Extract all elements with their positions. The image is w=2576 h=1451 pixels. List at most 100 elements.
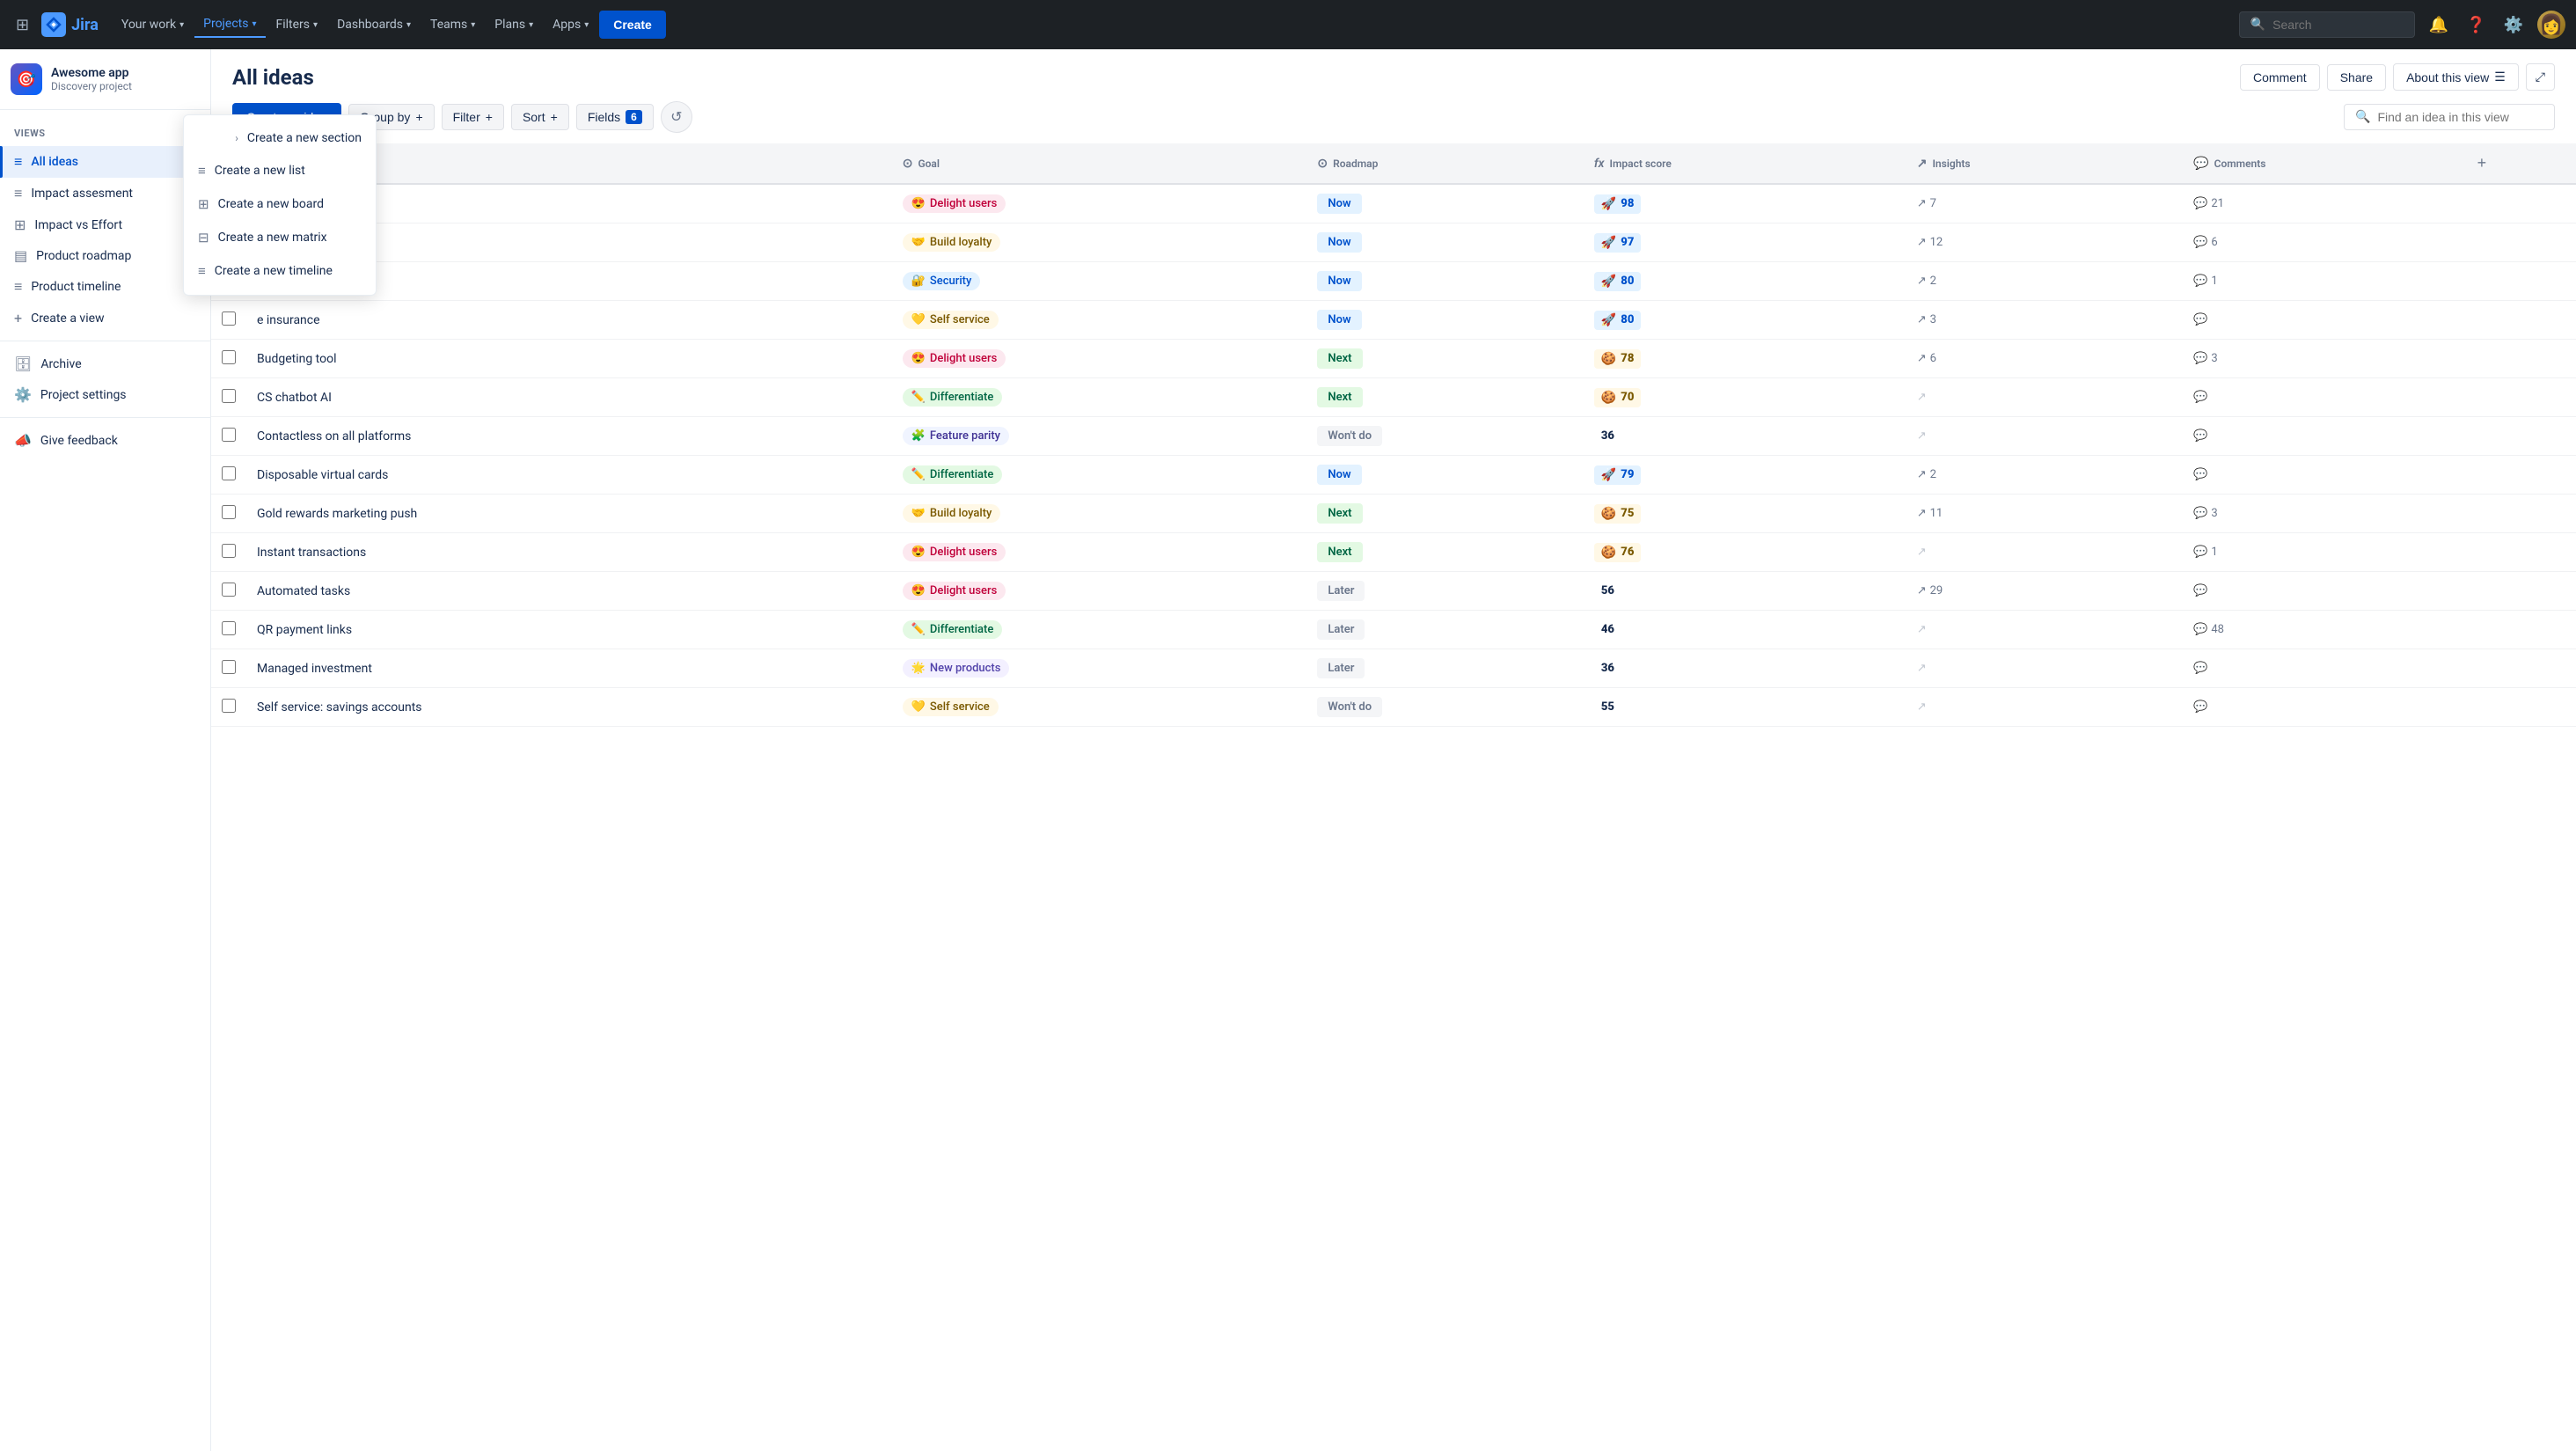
roadmap-badge[interactable]: Now: [1317, 465, 1361, 485]
roadmap-badge[interactable]: Next: [1317, 387, 1362, 407]
goal-cell[interactable]: 😍 Delight users: [892, 184, 1307, 224]
comment-button[interactable]: Comment: [2240, 64, 2320, 91]
goal-badge[interactable]: 😍 Delight users: [903, 194, 1006, 213]
th-comments[interactable]: 💬 Comments: [2183, 143, 2459, 184]
roadmap-cell[interactable]: Later: [1306, 649, 1583, 688]
goal-badge[interactable]: 🔐 Security: [903, 272, 981, 290]
grid-icon[interactable]: ⊞: [11, 11, 34, 40]
goal-badge[interactable]: ✏️ Differentiate: [903, 388, 1003, 407]
filter-button[interactable]: Filter +: [442, 104, 504, 130]
sidebar-item-product-roadmap[interactable]: ▤ Product roadmap: [0, 240, 210, 271]
goal-badge[interactable]: 😍 Delight users: [903, 349, 1006, 368]
sidebar-item-archive[interactable]: 🗄 Archive: [0, 348, 210, 379]
row-checkbox[interactable]: [222, 350, 236, 364]
jira-logo[interactable]: Jira: [41, 12, 99, 37]
sidebar-item-project-settings[interactable]: ⚙️ Project settings: [0, 379, 210, 410]
roadmap-cell[interactable]: Next: [1306, 533, 1583, 572]
th-insights[interactable]: ↗ Insights: [1906, 143, 2183, 184]
sidebar-item-product-timeline[interactable]: ≡ Product timeline: [0, 271, 210, 303]
roadmap-cell[interactable]: Next: [1306, 378, 1583, 417]
sidebar-item-feedback[interactable]: 📣 Give feedback: [0, 425, 210, 456]
help-icon[interactable]: ❓: [2463, 12, 2489, 38]
roadmap-badge[interactable]: Next: [1317, 348, 1362, 369]
roadmap-cell[interactable]: Now: [1306, 224, 1583, 262]
row-checkbox[interactable]: [222, 466, 236, 480]
search-input[interactable]: [2272, 18, 2396, 32]
add-column-button[interactable]: +: [2470, 150, 2494, 176]
nav-apps[interactable]: Apps ▾: [544, 12, 597, 37]
roadmap-badge[interactable]: Next: [1317, 542, 1362, 562]
nav-projects[interactable]: Projects ▾: [194, 11, 265, 38]
roadmap-badge[interactable]: Now: [1317, 232, 1361, 253]
find-input-wrapper[interactable]: 🔍: [2344, 104, 2555, 130]
th-impact-score[interactable]: fx Impact score: [1584, 143, 1906, 184]
nav-filters[interactable]: Filters ▾: [267, 12, 327, 37]
row-checkbox[interactable]: [222, 660, 236, 674]
search-box[interactable]: 🔍: [2239, 11, 2415, 38]
roadmap-badge[interactable]: Later: [1317, 658, 1365, 678]
row-checkbox[interactable]: [222, 621, 236, 635]
roadmap-cell[interactable]: Now: [1306, 301, 1583, 340]
goal-cell[interactable]: ✏️ Differentiate: [892, 456, 1307, 495]
row-checkbox[interactable]: [222, 311, 236, 326]
roadmap-badge[interactable]: Now: [1317, 194, 1361, 214]
goal-badge[interactable]: ✏️ Differentiate: [903, 620, 1003, 639]
goal-cell[interactable]: 🧩 Feature parity: [892, 417, 1307, 456]
goal-cell[interactable]: 😍 Delight users: [892, 533, 1307, 572]
row-checkbox[interactable]: [222, 389, 236, 403]
roadmap-badge[interactable]: Later: [1317, 581, 1365, 601]
about-view-button[interactable]: About this view ☰: [2393, 63, 2519, 91]
nav-dashboards[interactable]: Dashboards ▾: [328, 12, 420, 37]
goal-cell[interactable]: 💛 Self service: [892, 301, 1307, 340]
roadmap-badge[interactable]: Later: [1317, 619, 1365, 640]
sort-button[interactable]: Sort +: [511, 104, 569, 130]
goal-cell[interactable]: 🤝 Build loyalty: [892, 224, 1307, 262]
goal-badge[interactable]: 😍 Delight users: [903, 543, 1006, 561]
roadmap-cell[interactable]: Won't do: [1306, 417, 1583, 456]
th-goal[interactable]: ⊙ Goal: [892, 143, 1307, 184]
roadmap-cell[interactable]: Won't do: [1306, 688, 1583, 727]
row-checkbox[interactable]: [222, 428, 236, 442]
goal-badge[interactable]: 🧩 Feature parity: [903, 427, 1009, 445]
goal-badge[interactable]: ✏️ Differentiate: [903, 465, 1003, 484]
roadmap-badge[interactable]: Won't do: [1317, 426, 1382, 446]
roadmap-cell[interactable]: Next: [1306, 495, 1583, 533]
project-header[interactable]: 🎯 Awesome app Discovery project: [0, 49, 210, 110]
goal-cell[interactable]: ✏️ Differentiate: [892, 378, 1307, 417]
roadmap-badge[interactable]: Now: [1317, 310, 1361, 330]
sidebar-item-create-view[interactable]: + Create a view: [0, 303, 210, 333]
row-checkbox[interactable]: [222, 544, 236, 558]
goal-cell[interactable]: 🌟 New products: [892, 649, 1307, 688]
settings-icon[interactable]: ⚙️: [2500, 12, 2527, 38]
sidebar-item-impact-assessment[interactable]: ≡ Impact assesment: [0, 178, 210, 209]
nav-your-work[interactable]: Your work ▾: [113, 12, 193, 37]
roadmap-cell[interactable]: Later: [1306, 572, 1583, 611]
row-checkbox[interactable]: [222, 699, 236, 713]
th-roadmap[interactable]: ⊙ Roadmap: [1306, 143, 1583, 184]
create-button[interactable]: Create: [599, 11, 666, 39]
goal-badge[interactable]: 😍 Delight users: [903, 582, 1006, 600]
roadmap-badge[interactable]: Next: [1317, 503, 1362, 524]
goal-cell[interactable]: 🔐 Security: [892, 262, 1307, 301]
nav-plans[interactable]: Plans ▾: [486, 12, 542, 37]
fields-button[interactable]: Fields 6: [576, 104, 654, 130]
row-checkbox[interactable]: [222, 505, 236, 519]
dropdown-new-section[interactable]: › Create a new section: [184, 122, 376, 154]
goal-cell[interactable]: 😍 Delight users: [892, 340, 1307, 378]
goal-cell[interactable]: 💛 Self service: [892, 688, 1307, 727]
roadmap-cell[interactable]: Later: [1306, 611, 1583, 649]
goal-cell[interactable]: 😍 Delight users: [892, 572, 1307, 611]
dropdown-new-list[interactable]: ≡ Create a new list: [184, 154, 376, 187]
goal-badge[interactable]: 💛 Self service: [903, 698, 999, 716]
dropdown-new-matrix[interactable]: ⊟ Create a new matrix: [184, 221, 376, 254]
goal-badge[interactable]: 🤝 Build loyalty: [903, 233, 1001, 252]
dropdown-new-board[interactable]: ⊞ Create a new board: [184, 187, 376, 221]
goal-badge[interactable]: 🌟 New products: [903, 659, 1010, 678]
roadmap-cell[interactable]: Now: [1306, 184, 1583, 224]
find-input[interactable]: [2377, 110, 2543, 124]
roadmap-cell[interactable]: Now: [1306, 456, 1583, 495]
sidebar-item-all-ideas[interactable]: ≡ All ideas: [0, 146, 210, 178]
nav-teams[interactable]: Teams ▾: [421, 12, 484, 37]
roadmap-badge[interactable]: Now: [1317, 271, 1361, 291]
row-checkbox[interactable]: [222, 583, 236, 597]
